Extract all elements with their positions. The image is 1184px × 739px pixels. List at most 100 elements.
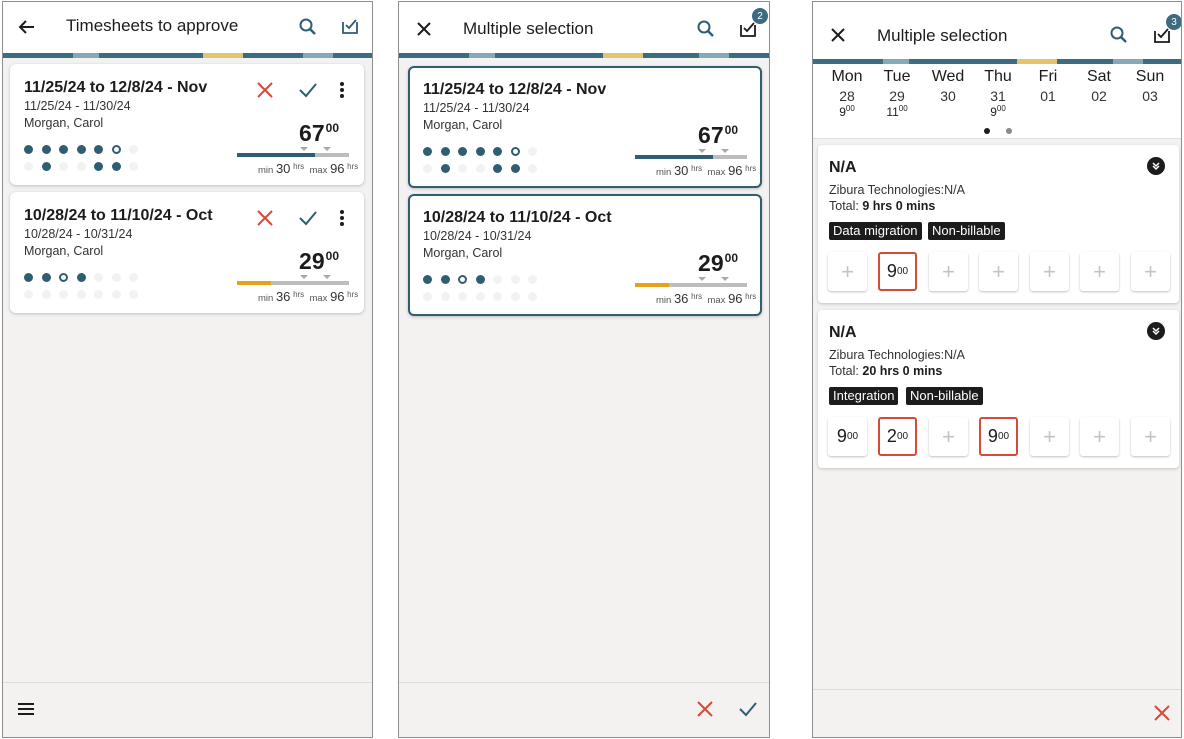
add-hours-cell[interactable]: + [1030,252,1069,291]
header-band [3,53,372,58]
add-hours-cell[interactable]: + [979,252,1018,291]
total-hours: 2900 [698,250,738,276]
entry-total: Total: 9 hrs 0 mins [829,199,936,213]
progress-fill [635,155,714,159]
selected-count-badge: 3 [1166,14,1181,30]
time-entry-card: N/A Zibura Technologies:N/A Total: 20 hr… [818,310,1179,468]
task-chip: Data migration [829,222,922,240]
selected-count-badge: 2 [752,8,768,24]
more-options-icon[interactable] [332,204,352,232]
employee-name: Morgan, Carol [24,116,104,130]
day-dots [423,147,538,173]
search-icon[interactable] [294,13,322,41]
day-column[interactable]: Thu 31 900 [973,68,1023,119]
min-max-hours: min 36 hrs max 96 hrs [656,291,757,306]
app-bar: Multiple selection 3 Mon 28 900 Tue 29 1100 … [813,2,1181,139]
company-project: Zibura Technologies:N/A [829,183,965,197]
employee-name: Morgan, Carol [423,246,503,260]
approve-icon[interactable] [294,76,322,104]
more-options-icon[interactable] [332,76,352,104]
selected-count-icon[interactable]: 2 [734,8,768,43]
hours-progress-bar [635,277,747,287]
reject-selected-icon[interactable] [691,695,719,723]
billing-chip: Non-billable [906,387,983,405]
reject-selected-icon[interactable] [1148,699,1176,727]
hours-progress-bar [237,275,349,285]
hours-cell[interactable]: 9 00 [979,417,1018,456]
select-all-icon[interactable] [336,12,364,40]
bottom-bar [3,682,372,737]
day-column[interactable]: Tue 29 1100 [872,68,922,119]
task-chip: Integration [829,387,899,405]
bottom-bar [399,682,769,737]
timesheet-title: 10/28/24 to 11/10/24 - Oct [423,209,612,226]
hours-cell[interactable]: 9 00 [828,417,867,456]
multiple-selection-screen: Multiple selection 2 11/25/24 to 12/8/24… [398,1,770,738]
day-column[interactable]: Fri 01 [1023,68,1073,104]
header-band [399,53,769,58]
add-hours-cell[interactable]: + [1131,252,1170,291]
close-icon[interactable] [824,21,852,49]
progress-fill [237,153,316,157]
timesheet-card-selected[interactable]: 11/25/24 to 12/8/24 - Nov 11/25/24 - 11/… [408,66,762,188]
total-hours: 2900 [299,248,339,274]
hours-cell[interactable]: 2 00 [878,417,917,456]
day-column[interactable]: Sat 02 [1074,68,1124,104]
add-hours-cell[interactable]: + [1131,417,1170,456]
menu-icon[interactable] [12,695,40,723]
page-indicator [1006,128,1012,134]
total-hours: 6700 [698,122,738,148]
time-entry-card: N/A Zibura Technologies:N/A Total: 9 hrs… [818,145,1179,303]
min-max-hours: min 30 hrs max 96 hrs [656,163,757,178]
app-bar: Timesheets to approve [3,2,372,53]
selected-count-icon[interactable]: 3 [1148,14,1181,49]
app-bar: Multiple selection 2 [399,2,769,53]
min-max-hours: min 30 hrs max 96 hrs [258,161,359,176]
close-icon[interactable] [410,15,438,43]
min-max-hours: min 36 hrs max 96 hrs [258,289,359,304]
hours-cell[interactable]: 9 00 [878,252,917,291]
add-hours-cell[interactable]: + [929,417,968,456]
expand-icon[interactable] [1147,157,1165,175]
search-icon[interactable] [692,15,720,43]
add-hours-cell[interactable]: + [929,252,968,291]
progress-fill [237,281,271,285]
approve-icon[interactable] [294,204,322,232]
reject-icon[interactable] [251,204,279,232]
date-range: 11/25/24 - 11/30/24 [24,99,131,113]
date-range: 10/28/24 - 10/31/24 [24,227,133,241]
date-range: 10/28/24 - 10/31/24 [423,229,532,243]
employee-name: Morgan, Carol [24,244,104,258]
back-arrow-icon[interactable] [13,13,41,41]
timesheet-title: 11/25/24 to 12/8/24 - Nov [423,81,607,98]
page-title: Timesheets to approve [66,16,239,35]
page-indicator-active [984,128,990,134]
billing-chip: Non-billable [928,222,1005,240]
expand-icon[interactable] [1147,322,1165,340]
add-hours-cell[interactable]: + [1080,252,1119,291]
entry-title: N/A [829,159,857,176]
reject-icon[interactable] [251,76,279,104]
date-range: 11/25/24 - 11/30/24 [423,101,530,115]
entry-title: N/A [829,324,857,341]
day-column[interactable]: Mon 28 900 [822,68,872,119]
search-icon[interactable] [1105,21,1133,49]
day-dots [24,273,139,299]
day-column[interactable]: Sun 03 [1125,68,1175,104]
timesheet-card[interactable]: 10/28/24 to 11/10/24 - Oct 10/28/24 - 10… [10,192,364,313]
day-dots [24,145,139,171]
employee-name: Morgan, Carol [423,118,503,132]
day-column[interactable]: Wed 30 [923,68,973,104]
multiple-selection-detail-screen: Multiple selection 3 Mon 28 900 Tue 29 1100 … [812,1,1182,738]
page-title: Multiple selection [877,26,1008,45]
page-title: Multiple selection [463,19,594,38]
approve-selected-icon[interactable] [734,695,762,723]
hours-progress-bar [237,147,349,157]
company-project: Zibura Technologies:N/A [829,348,965,362]
add-hours-cell[interactable]: + [828,252,867,291]
add-hours-cell[interactable]: + [1030,417,1069,456]
add-hours-cell[interactable]: + [1080,417,1119,456]
timesheet-title: 10/28/24 to 11/10/24 - Oct [24,207,213,224]
timesheet-card[interactable]: 11/25/24 to 12/8/24 - Nov 11/25/24 - 11/… [10,64,364,185]
timesheet-card-selected[interactable]: 10/28/24 to 11/10/24 - Oct 10/28/24 - 10… [408,194,762,316]
